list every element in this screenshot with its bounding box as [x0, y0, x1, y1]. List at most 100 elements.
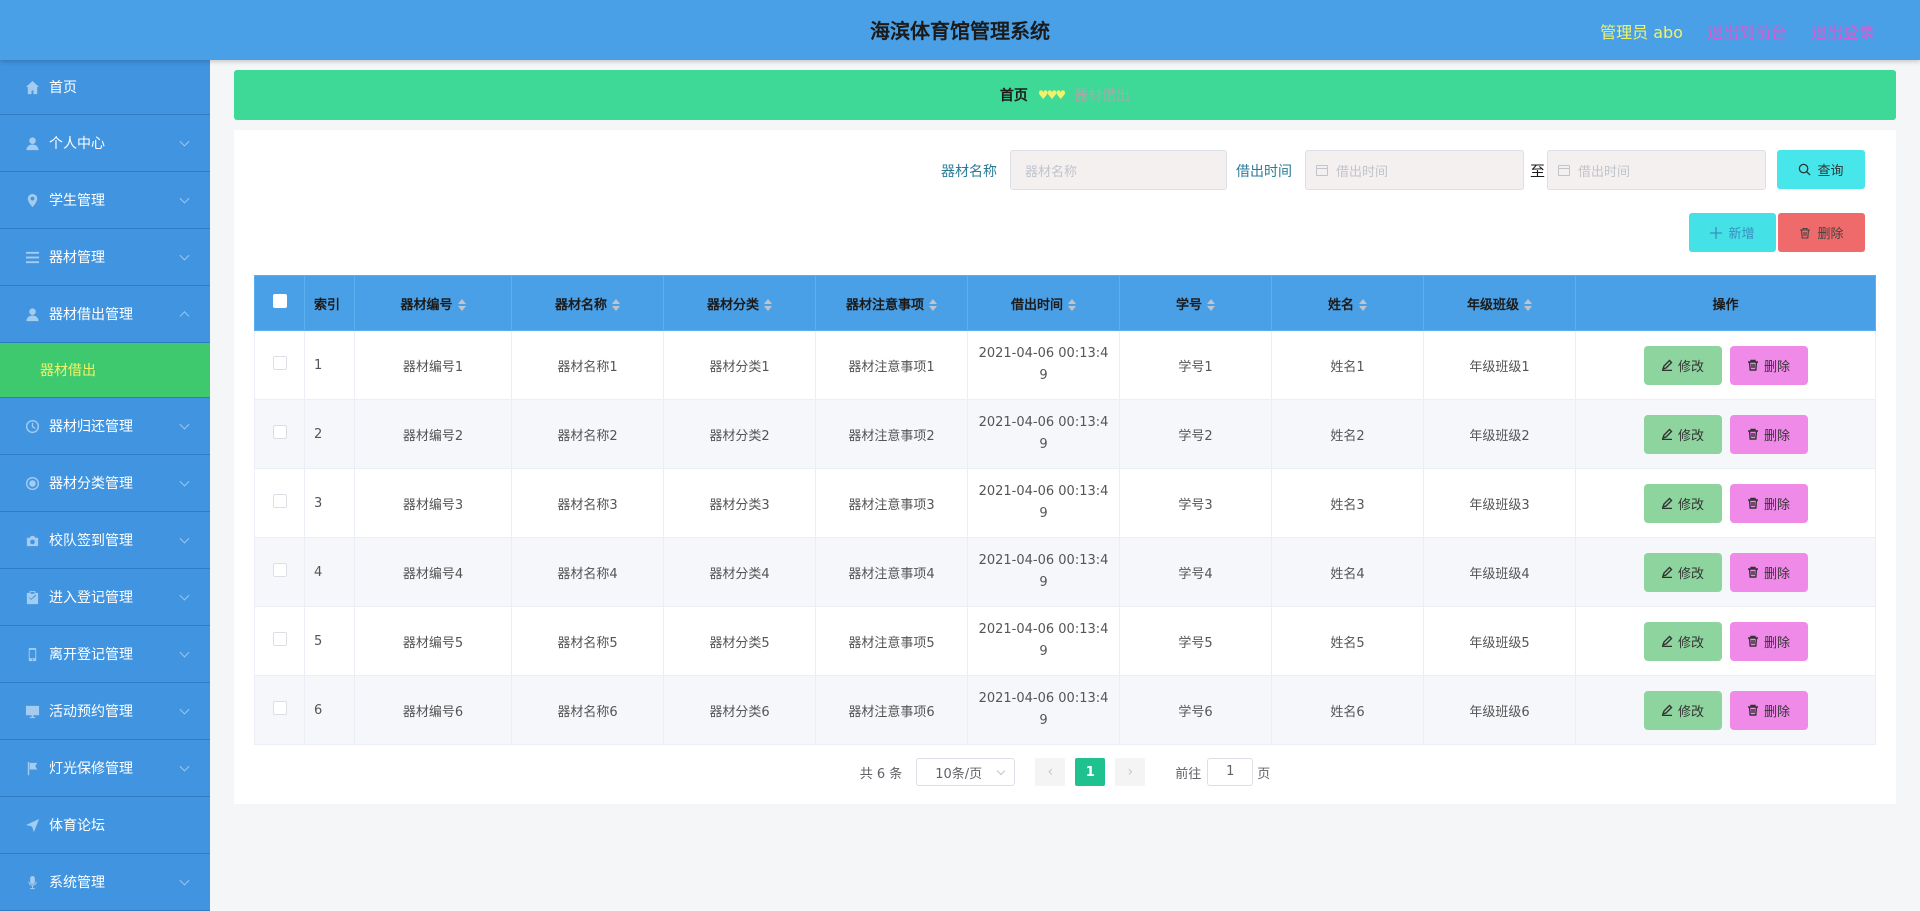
next-page-button[interactable]: ›	[1115, 758, 1146, 786]
delete-button[interactable]: 删除	[1729, 345, 1808, 385]
header-user-area: 管理员 abo 退出到前台 退出登录	[1600, 19, 1875, 43]
delete-button[interactable]: 删除	[1729, 690, 1808, 730]
chevron-down-icon	[179, 419, 190, 430]
batch-delete-button[interactable]: 删除	[1778, 213, 1865, 252]
row-checkbox[interactable]	[272, 494, 287, 508]
sort-icon[interactable]	[1524, 299, 1532, 311]
select-all-cell	[254, 275, 305, 331]
row-select-cell	[254, 399, 305, 469]
row-checkbox[interactable]	[272, 701, 287, 715]
delete-button[interactable]: 删除	[1729, 552, 1808, 592]
sort-icon[interactable]	[1068, 299, 1076, 311]
sidebar-item-students[interactable]: 学生管理	[0, 172, 210, 229]
heart-separator-icon: ♥♥♥	[1037, 88, 1066, 102]
row-checkbox[interactable]	[272, 632, 287, 646]
edit-button[interactable]: 修改	[1643, 414, 1722, 454]
sidebar-subitem-label: 器材借出	[40, 363, 96, 379]
goto-label: 前往	[1175, 766, 1202, 782]
user-icon	[24, 306, 41, 323]
breadcrumb: 首页 ♥♥♥ 器材借出	[234, 70, 1896, 120]
chevron-up-icon	[179, 311, 190, 322]
delete-button[interactable]: 删除	[1729, 621, 1808, 661]
edit-button[interactable]: 修改	[1643, 345, 1722, 385]
sidebar-item-team-checkin[interactable]: 校队签到管理	[0, 512, 210, 569]
sidebar-item-sports-forum[interactable]: 体育论坛	[0, 797, 210, 854]
edit-icon	[1661, 497, 1673, 509]
row-checkbox[interactable]	[272, 425, 287, 439]
sort-icon[interactable]	[1359, 299, 1367, 311]
cell-category: 器材分类5	[663, 606, 816, 676]
calendar-icon	[1558, 164, 1570, 176]
chevron-down-icon	[997, 766, 1006, 775]
loan-time-end-input[interactable]: 借出时间	[1547, 150, 1766, 190]
loan-time-start-input[interactable]: 借出时间	[1305, 150, 1524, 190]
page-number-current[interactable]: 1	[1075, 758, 1106, 786]
logout-link[interactable]: 退出登录	[1811, 19, 1875, 43]
edit-button[interactable]: 修改	[1643, 690, 1722, 730]
chevron-down-icon	[179, 647, 190, 658]
edit-button[interactable]: 修改	[1643, 483, 1722, 523]
sidebar-item-equipment-category[interactable]: 器材分类管理	[0, 455, 210, 512]
sort-icon[interactable]	[612, 299, 620, 311]
edit-button[interactable]: 修改	[1643, 621, 1722, 661]
monitor-icon	[24, 703, 41, 720]
prev-page-button[interactable]: ‹	[1035, 758, 1066, 786]
sidebar-item-label: 器材归还管理	[49, 419, 133, 435]
pagination: 共 6 条 10条/页 ‹ 1 › 前往 1 页	[234, 758, 1896, 786]
column-header-notes[interactable]: 器材注意事项	[815, 275, 968, 331]
page-size-select[interactable]: 10条/页	[916, 758, 1016, 786]
equipment-name-input[interactable]: 器材名称	[1010, 150, 1227, 190]
column-header-student-name[interactable]: 姓名	[1271, 275, 1424, 331]
add-button-label: 新增	[1728, 227, 1755, 242]
row-checkbox[interactable]	[272, 356, 287, 370]
cell-category: 器材分类1	[663, 330, 816, 400]
query-button[interactable]: 查询	[1777, 150, 1865, 189]
column-header-student-id[interactable]: 学号	[1119, 275, 1272, 331]
column-header-code[interactable]: 器材编号	[354, 275, 512, 331]
edit-icon	[1661, 428, 1673, 440]
sidebar-item-entry-register[interactable]: 进入登记管理	[0, 569, 210, 626]
column-header-actions: 操作	[1575, 275, 1876, 331]
sidebar-item-equipment-return[interactable]: 器材归还管理	[0, 398, 210, 455]
sidebar: 首页 个人中心 学生管理 器材管理 器材借出管理 器材借出 器材归还管理 器材分…	[0, 60, 210, 911]
equipment-name-label: 器材名称	[941, 164, 997, 180]
sort-icon[interactable]	[457, 299, 466, 311]
sidebar-item-label: 校队签到管理	[49, 533, 133, 549]
delete-button[interactable]: 删除	[1729, 483, 1808, 523]
cell-code: 器材编号2	[354, 399, 512, 469]
sidebar-item-home[interactable]: 首页	[0, 60, 210, 115]
edit-button[interactable]: 修改	[1643, 552, 1722, 592]
sidebar-item-activity-booking[interactable]: 活动预约管理	[0, 683, 210, 740]
sidebar-item-exit-register[interactable]: 离开登记管理	[0, 626, 210, 683]
pagination-total: 共 6 条	[859, 766, 903, 782]
cell-loan-time: 2021-04-06 00:13:49	[967, 606, 1120, 676]
sort-icon[interactable]	[929, 299, 937, 311]
sidebar-item-equipment[interactable]: 器材管理	[0, 229, 210, 286]
cell-index: 1	[304, 330, 355, 400]
chevron-down-icon	[179, 476, 190, 487]
sidebar-item-system[interactable]: 系统管理	[0, 854, 210, 911]
select-all-checkbox[interactable]	[272, 294, 287, 308]
sidebar-item-label: 器材分类管理	[49, 476, 133, 492]
sort-icon[interactable]	[1207, 299, 1215, 311]
breadcrumb-home[interactable]: 首页	[1000, 85, 1028, 105]
cell-student-id: 学号4	[1119, 537, 1272, 607]
delete-button[interactable]: 删除	[1729, 414, 1808, 454]
column-header-name[interactable]: 器材名称	[511, 275, 664, 331]
sidebar-item-light-repair[interactable]: 灯光保修管理	[0, 740, 210, 797]
sidebar-item-equipment-loan[interactable]: 器材借出管理	[0, 286, 210, 343]
row-checkbox[interactable]	[272, 563, 287, 577]
sidebar-subitem-equipment-loan[interactable]: 器材借出	[0, 343, 210, 398]
cell-actions: 修改 删除	[1575, 399, 1876, 469]
edit-icon	[1661, 635, 1673, 647]
sort-icon[interactable]	[764, 299, 772, 311]
cell-notes: 器材注意事项5	[815, 606, 968, 676]
add-button[interactable]: 新增	[1689, 213, 1776, 252]
column-header-class[interactable]: 年级班级	[1423, 275, 1576, 331]
column-header-loan-time[interactable]: 借出时间	[967, 275, 1120, 331]
exit-to-front-link[interactable]: 退出到前台	[1707, 19, 1787, 43]
query-button-label: 查询	[1817, 164, 1844, 179]
column-header-category[interactable]: 器材分类	[663, 275, 816, 331]
sidebar-item-personal-center[interactable]: 个人中心	[0, 115, 210, 172]
goto-page-input[interactable]: 1	[1207, 758, 1254, 786]
